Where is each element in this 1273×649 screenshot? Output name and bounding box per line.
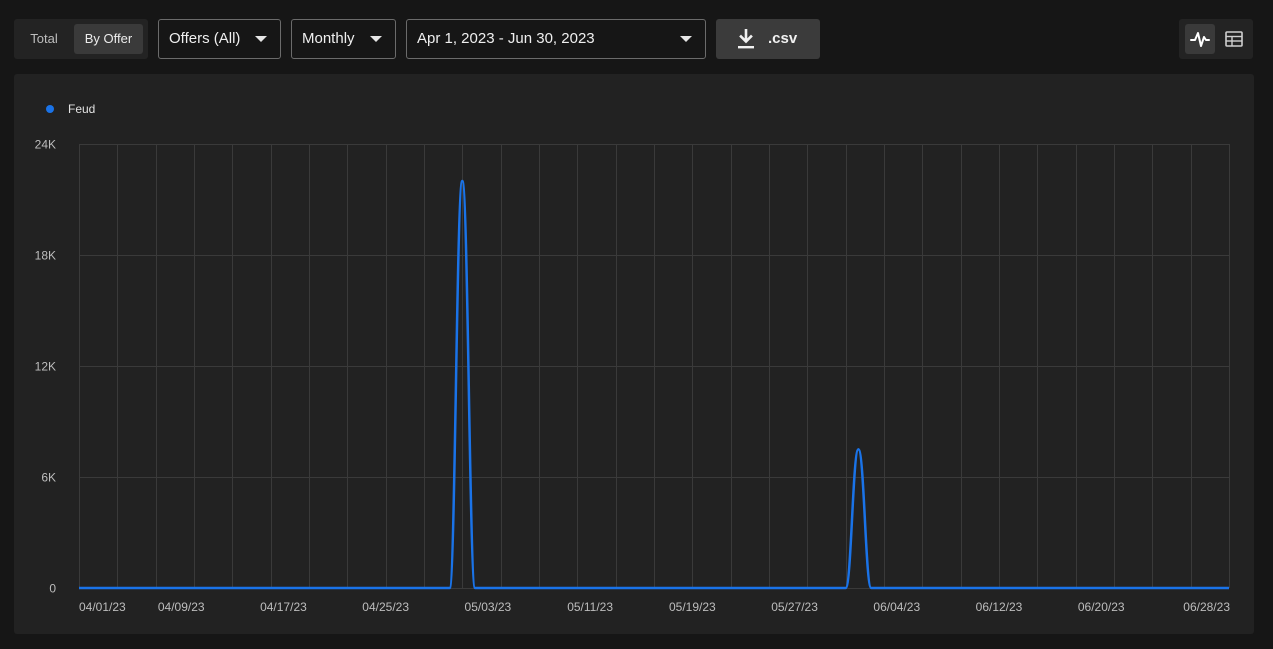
x-tick-label: 04/25/23 — [362, 600, 409, 614]
x-tick-label: 05/11/23 — [567, 600, 613, 614]
x-tick-label: 04/01/23 — [79, 600, 126, 614]
x-tick-label: 05/19/23 — [669, 600, 716, 614]
x-tick-label: 04/09/23 — [158, 600, 205, 614]
x-tick-label: 06/28/23 — [1183, 600, 1230, 614]
y-tick-label: 24K — [35, 138, 56, 152]
x-tick-label: 06/04/23 — [873, 600, 920, 614]
y-tick-label: 18K — [35, 249, 56, 263]
y-tick-label: 12K — [35, 360, 56, 374]
x-tick-label: 06/12/23 — [976, 600, 1023, 614]
x-tick-label: 04/17/23 — [260, 600, 307, 614]
line-chart: 0 6K 12K 18K 24K 04/01/23 04/09/23 04/17/23 04/2… — [35, 138, 1231, 615]
x-tick-label: 06/20/23 — [1078, 600, 1125, 614]
x-tick-label: 05/27/23 — [771, 600, 818, 614]
y-tick-label: 0 — [49, 582, 56, 596]
x-tick-label: 05/03/23 — [465, 600, 512, 614]
y-tick-label: 6K — [41, 471, 56, 485]
